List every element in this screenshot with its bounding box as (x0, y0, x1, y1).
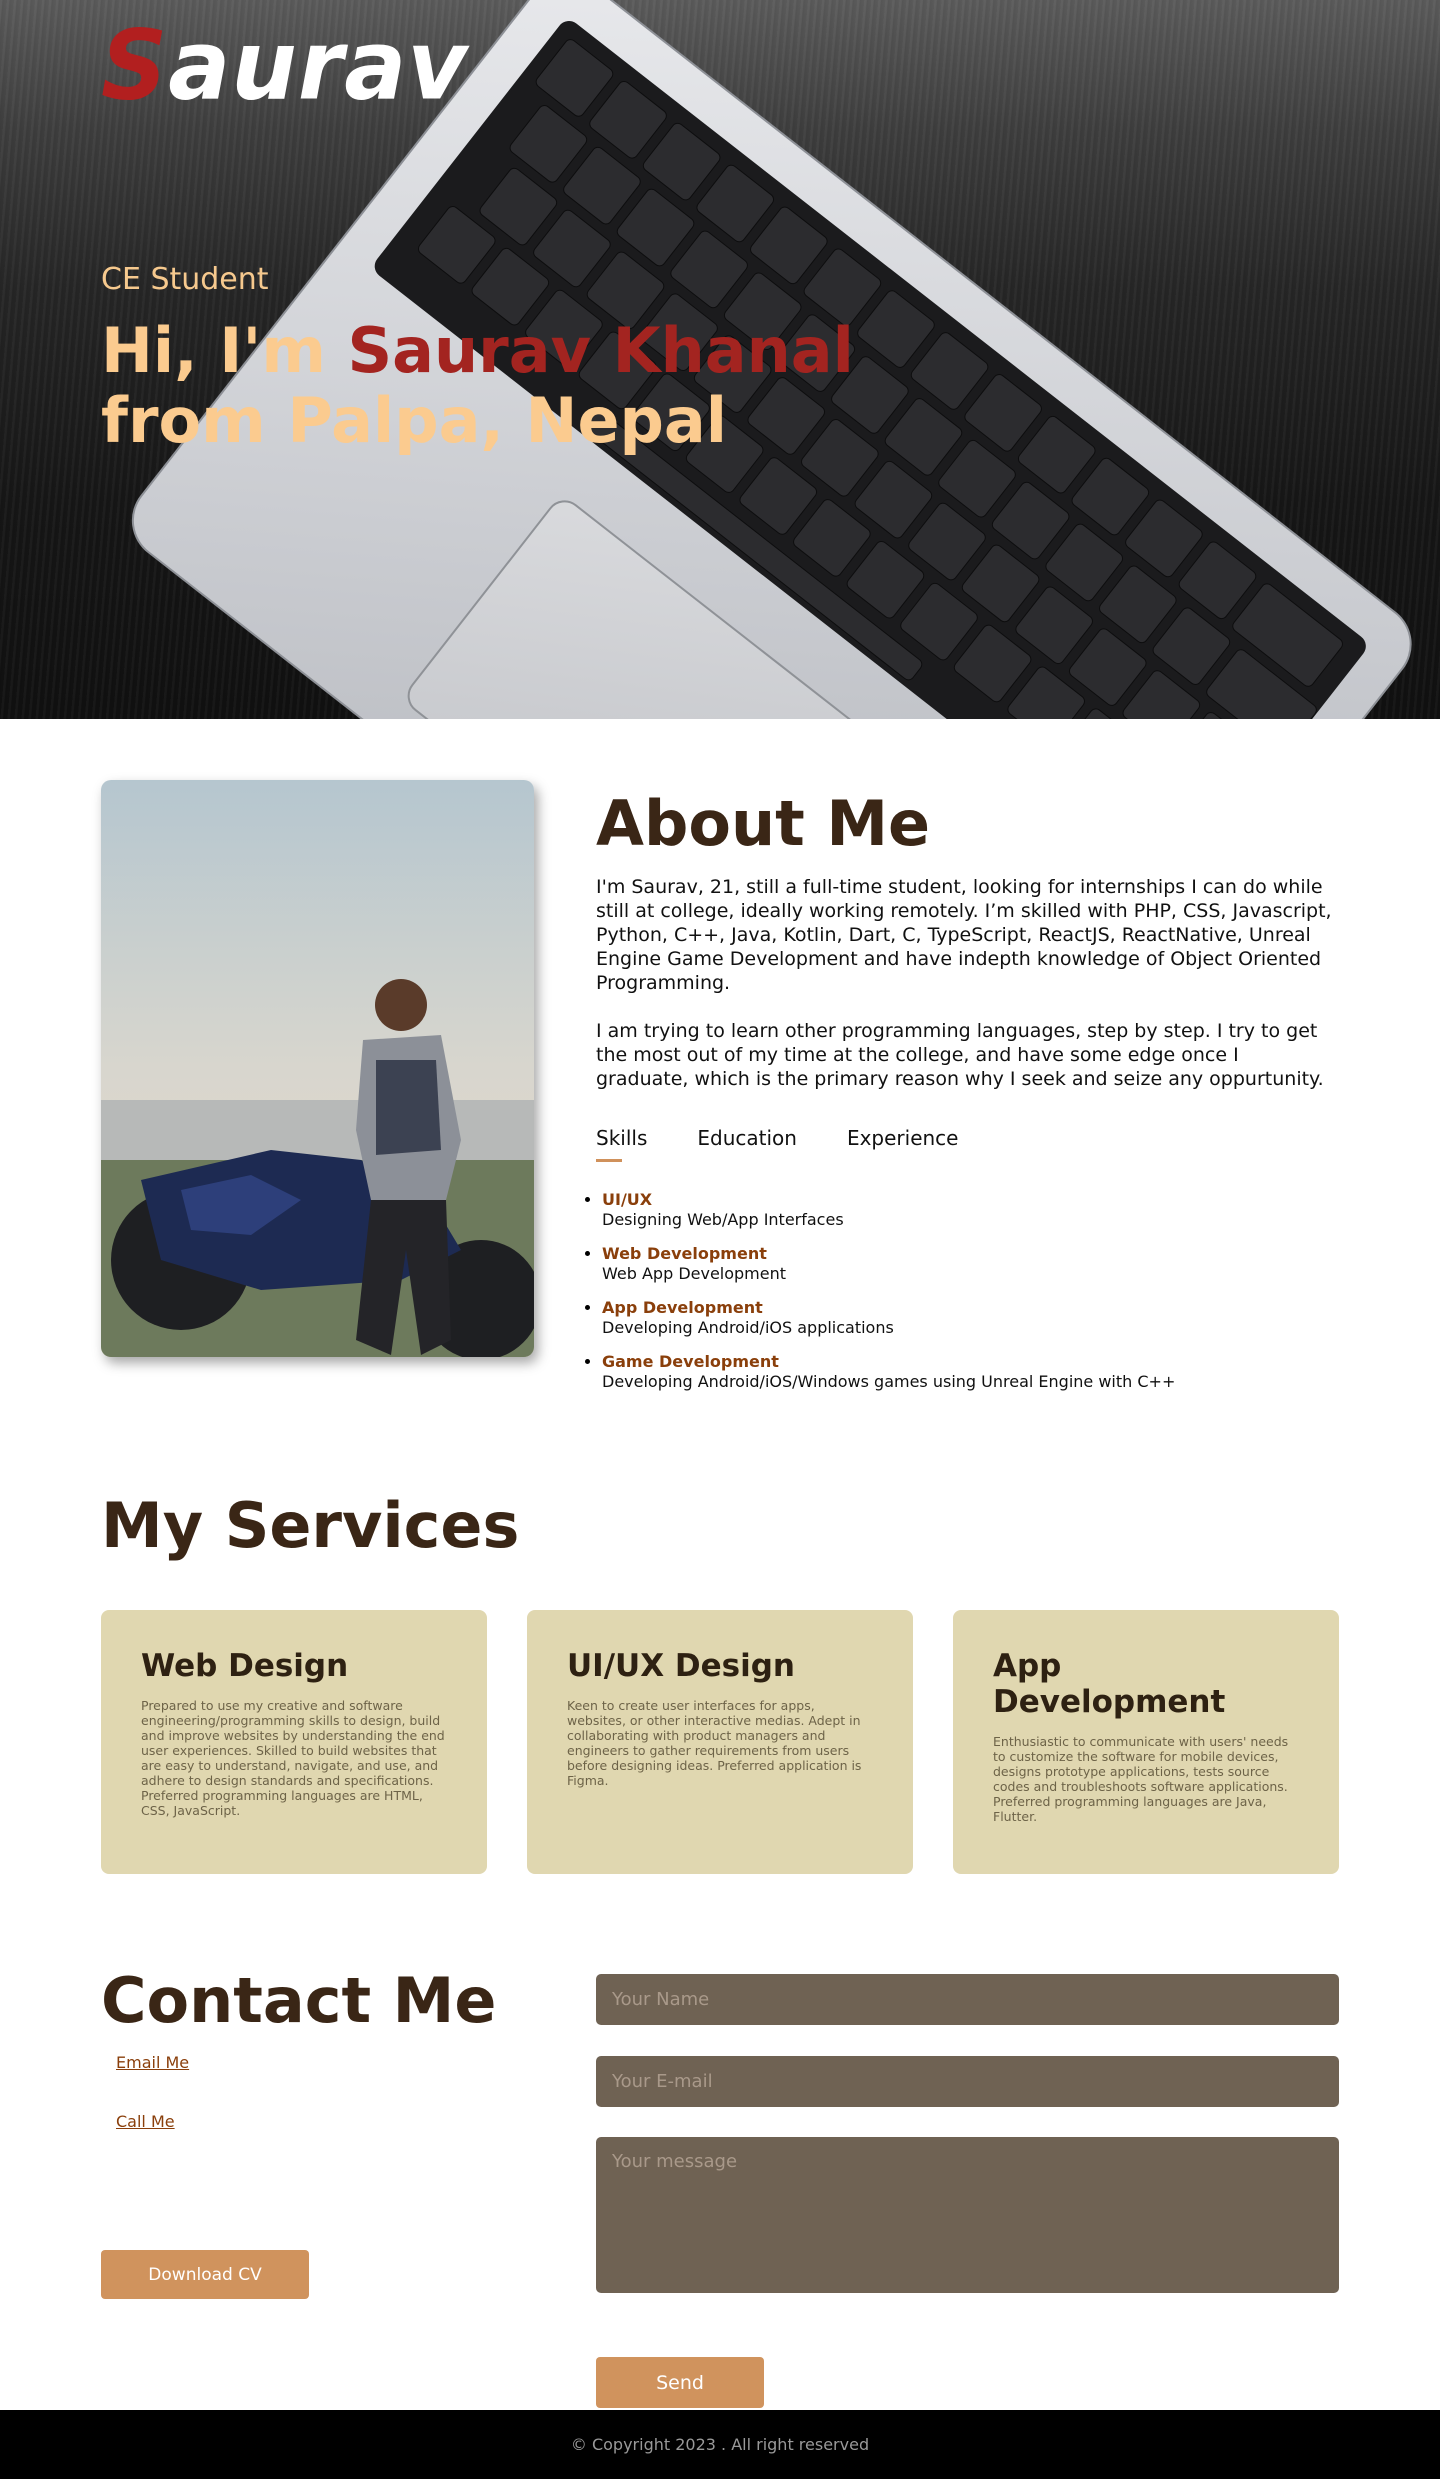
skill-title: Web Development (602, 1244, 767, 1264)
service-title: UI/UX Design (567, 1648, 795, 1684)
about-section: About Me I'm Saurav, 21, still a full-ti… (0, 719, 1440, 1489)
skill-desc: Web App Development (602, 1264, 787, 1284)
tab-experience[interactable]: Experience (847, 1126, 959, 1162)
download-cv-button[interactable]: Download CV (101, 2250, 309, 2299)
service-desc: Prepared to use my creative and software… (141, 1698, 445, 1818)
list-item: Game Development Developing Android/iOS/… (602, 1352, 1336, 1392)
about-paragraph-1: I'm Saurav, 21, still a full-time studen… (596, 876, 1332, 995)
skill-desc: Developing Android/iOS applications (602, 1318, 894, 1338)
hero-name: Saurav Khanal (347, 314, 854, 387)
skill-desc: Developing Android/iOS/Windows games usi… (602, 1372, 1176, 1392)
skill-title: UI/UX (602, 1190, 653, 1210)
hero-subtitle: CE Student (101, 262, 269, 297)
email-me-link[interactable]: Email Me (116, 2053, 189, 2072)
message-field[interactable] (596, 2137, 1339, 2293)
site-logo[interactable]: Saurav (101, 17, 468, 115)
service-card-app-development: App Development Enthusiastic to communic… (953, 1610, 1339, 1874)
hero-header: Saurav CE Student Hi, I'm Saurav Khanal … (0, 0, 1440, 719)
about-paragraph-2: I am trying to learn other programming l… (596, 1020, 1324, 1091)
hero-title-prefix: Hi, I'm (101, 314, 348, 387)
profile-photo-illustration (101, 780, 534, 1357)
logo-text: aurav (168, 9, 469, 122)
service-desc: Keen to create user interfaces for apps,… (567, 1698, 862, 1788)
copyright-text: © Copyright 2023 . All right reserved (570, 2435, 870, 2454)
logo-initial: S (101, 9, 169, 122)
skill-title: App Development (602, 1298, 763, 1318)
service-title: App Development (993, 1648, 1226, 1720)
list-item: App Development Developing Android/iOS a… (602, 1298, 1336, 1338)
list-item: Web Development Web App Development (602, 1244, 1336, 1284)
service-card-uiux-design: UI/UX Design Keen to create user interfa… (527, 1610, 913, 1874)
hero-title: Hi, I'm Saurav Khanal from Palpa, Nepal (101, 316, 854, 456)
call-me-link[interactable]: Call Me (116, 2112, 175, 2131)
about-heading: About Me (596, 787, 931, 860)
tab-skills[interactable]: Skills (596, 1126, 647, 1163)
about-tabs: Skills Education Experience (596, 1126, 1336, 1163)
footer: © Copyright 2023 . All right reserved (0, 2410, 1440, 2479)
send-button[interactable]: Send (596, 2357, 764, 2408)
profile-photo (101, 780, 534, 1357)
services-section: My Services Web Design Prepared to use m… (0, 1489, 1440, 1964)
contact-heading: Contact Me (101, 1964, 497, 2037)
service-card-web-design: Web Design Prepared to use my creative a… (101, 1610, 487, 1874)
about-text: About Me I'm Saurav, 21, still a full-ti… (596, 787, 1336, 1406)
service-title: Web Design (141, 1648, 349, 1684)
name-field[interactable] (596, 1974, 1339, 2025)
services-heading: My Services (101, 1489, 520, 1562)
service-desc: Enthusiastic to communicate with users' … (993, 1734, 1289, 1824)
hero-title-location: from Palpa, Nepal (101, 384, 727, 457)
skills-list: UI/UX Designing Web/App Interfaces Web D… (594, 1190, 1336, 1392)
skill-title: Game Development (602, 1352, 779, 1372)
tab-education[interactable]: Education (697, 1126, 797, 1162)
contact-section: Contact Me Email Me Call Me Download CV … (0, 1964, 1440, 2480)
list-item: UI/UX Designing Web/App Interfaces (602, 1190, 1336, 1230)
skill-desc: Designing Web/App Interfaces (602, 1210, 844, 1230)
email-field[interactable] (596, 2056, 1339, 2107)
